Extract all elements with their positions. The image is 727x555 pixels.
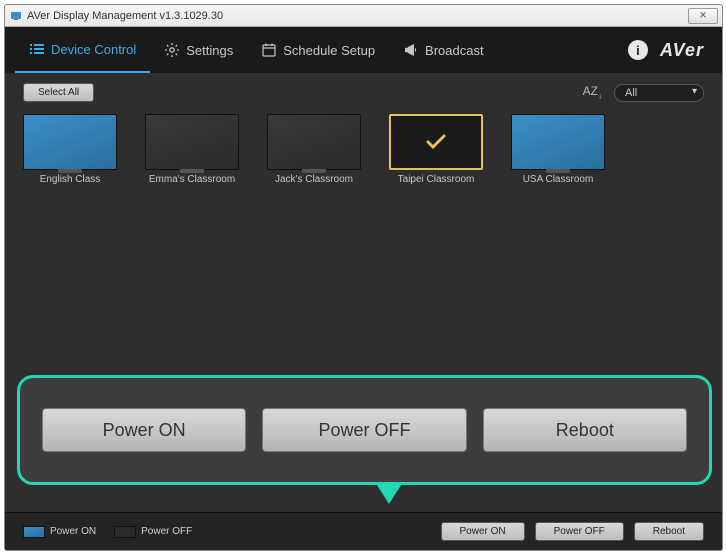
monitor-icon: [511, 114, 605, 170]
device-label: Taipei Classroom: [389, 174, 483, 185]
legend-power-on: Power ON: [23, 526, 96, 538]
tab-schedule-setup[interactable]: Schedule Setup: [247, 27, 389, 73]
footer-buttons: Power ON Power OFF Reboot: [441, 522, 705, 541]
sort-az-button[interactable]: AZ↓: [579, 84, 606, 100]
callout-panel: Power ON Power OFF Reboot: [17, 375, 712, 485]
power-on-button[interactable]: Power ON: [441, 522, 525, 541]
device-label: USA Classroom: [511, 174, 605, 185]
footer-bar: Power ON Power OFF Power ON Power OFF Re…: [5, 512, 722, 550]
device-item[interactable]: Emma's Classroom: [145, 114, 239, 185]
brand-logo: AVer: [660, 40, 704, 61]
reboot-button[interactable]: Reboot: [634, 522, 704, 541]
reboot-button-large[interactable]: Reboot: [483, 408, 687, 452]
swatch-on-icon: [23, 526, 45, 538]
navbar: Device Control Settings Schedule Setup B…: [5, 27, 722, 73]
swatch-off-icon: [114, 526, 136, 538]
tab-broadcast[interactable]: Broadcast: [389, 27, 498, 73]
monitor-icon: [23, 114, 117, 170]
app-window: AVer Display Management v1.3.1029.30 ✕ D…: [4, 4, 723, 551]
list-icon: [29, 41, 45, 57]
tab-settings[interactable]: Settings: [150, 27, 247, 73]
content-area: Select All AZ↓ All English Class Emma's …: [5, 73, 722, 195]
device-label: Jack's Classroom: [267, 174, 361, 185]
tab-device-control[interactable]: Device Control: [15, 27, 150, 73]
gear-icon: [164, 42, 180, 58]
power-on-button-large[interactable]: Power ON: [42, 408, 246, 452]
power-off-button-large[interactable]: Power OFF: [262, 408, 466, 452]
legend-power-off: Power OFF: [114, 526, 192, 538]
device-label: Emma's Classroom: [145, 174, 239, 185]
device-item[interactable]: Jack's Classroom: [267, 114, 361, 185]
window-title: AVer Display Management v1.3.1029.30: [27, 10, 223, 22]
megaphone-icon: [403, 42, 419, 58]
monitor-icon: [145, 114, 239, 170]
device-item[interactable]: Taipei Classroom: [389, 114, 483, 185]
tab-label: Broadcast: [425, 43, 484, 58]
check-icon: [423, 129, 449, 155]
monitor-icon: [267, 114, 361, 170]
tab-label: Device Control: [51, 42, 136, 57]
power-off-button[interactable]: Power OFF: [535, 522, 624, 541]
titlebar: AVer Display Management v1.3.1029.30 ✕: [5, 5, 722, 27]
toolbar-row: Select All AZ↓ All: [23, 83, 704, 102]
monitor-icon-selected: [389, 114, 483, 170]
calendar-icon: [261, 42, 277, 58]
device-item[interactable]: USA Classroom: [511, 114, 605, 185]
info-icon[interactable]: i: [628, 40, 648, 60]
app-icon: [9, 9, 23, 23]
select-all-button[interactable]: Select All: [23, 83, 94, 102]
device-grid: English Class Emma's Classroom Jack's Cl…: [23, 114, 704, 185]
device-item[interactable]: English Class: [23, 114, 117, 185]
filter-dropdown[interactable]: All: [614, 84, 704, 102]
tab-label: Schedule Setup: [283, 43, 375, 58]
window-close-button[interactable]: ✕: [688, 8, 718, 24]
device-label: English Class: [23, 174, 117, 185]
tab-label: Settings: [186, 43, 233, 58]
